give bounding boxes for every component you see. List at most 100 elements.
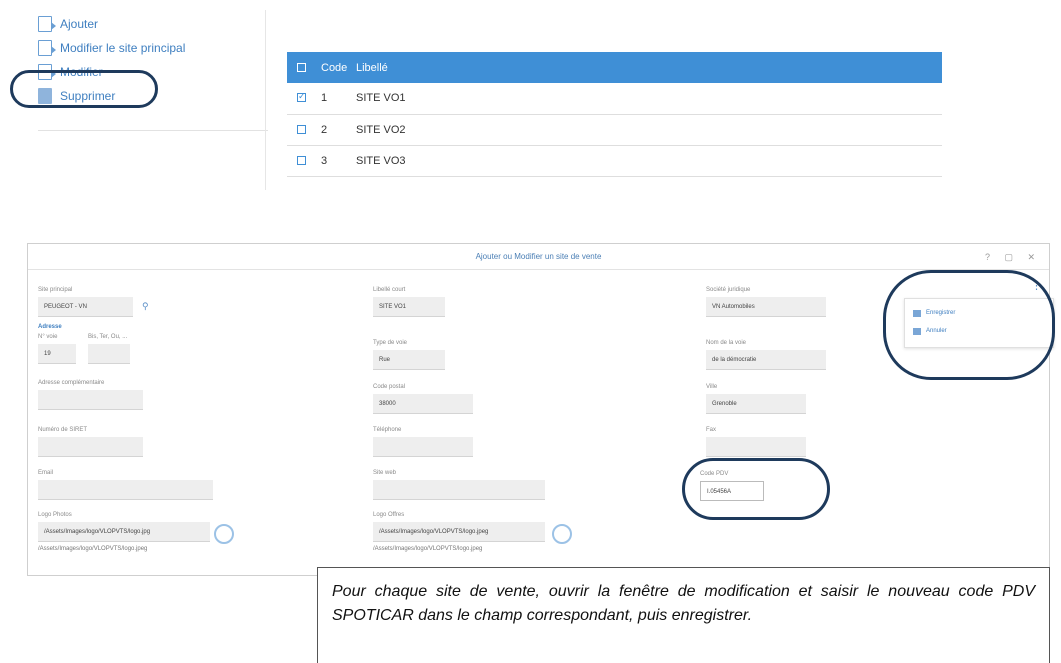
table-row[interactable]: 3 SITE VO3 (287, 145, 942, 177)
save-menu-item[interactable]: Enregistrer (905, 305, 1053, 321)
street-name-field: Nom de la voie de la démocratie (706, 340, 826, 370)
cancel-menu-item[interactable]: Annuler (905, 323, 1053, 339)
pdv-code-field: Code PDV I.05456A (700, 471, 764, 501)
street-name-input[interactable]: de la démocratie (706, 350, 826, 370)
address-extra-field: Adresse complémentaire (38, 380, 143, 410)
delete-action[interactable]: Supprimer (38, 84, 268, 108)
fax-input[interactable] (706, 437, 806, 457)
site-label-label: Libellé court (373, 287, 406, 293)
edit-action-label: Modifier (60, 65, 103, 79)
document-add-icon (38, 16, 56, 32)
phone-input[interactable] (373, 437, 473, 457)
street-no-field: N° voie 19 (38, 334, 76, 364)
city-field: Ville Grenoble (706, 384, 806, 414)
logo-offers-field: Logo Offres /Assets/Images/logo/VLOPVTS/… (373, 512, 545, 552)
add-action[interactable]: Ajouter (38, 12, 268, 36)
column-header-code[interactable]: Code (311, 52, 356, 83)
logo-photos-upload-button[interactable] (214, 524, 234, 544)
table-row[interactable]: 1 SITE VO1 (287, 83, 942, 115)
delete-action-label: Supprimer (60, 89, 116, 103)
row-checkbox[interactable] (297, 124, 306, 134)
save-menu-label: Enregistrer (926, 310, 956, 316)
phone-label: Téléphone (373, 427, 402, 433)
dialog-title: Ajouter ou Modifier un site de vente (475, 252, 602, 261)
logo-photos-field: Logo Photos /Assets/Images/logo/VLOPVTS/… (38, 512, 210, 552)
city-label: Ville (706, 384, 718, 390)
add-action-label: Ajouter (60, 17, 99, 31)
postal-code-label: Code postal (373, 384, 406, 390)
website-field: Site web (373, 470, 545, 500)
street-type-label: Type de voie (373, 340, 408, 346)
vertical-divider (265, 10, 266, 190)
siret-input[interactable] (38, 437, 143, 457)
address-section: Adresse (38, 324, 62, 330)
row-code: 2 (311, 114, 356, 146)
street-no-input[interactable]: 19 (38, 344, 76, 364)
row-label: SITE VO1 (356, 83, 942, 115)
address-section-title: Adresse (38, 324, 62, 330)
street-type-field: Type de voie Rue (373, 340, 445, 370)
siret-label: Numéro de SIRET (38, 427, 88, 433)
actions-divider (38, 130, 268, 131)
window-controls[interactable]: ? ▢ ✕ (985, 244, 1041, 270)
site-principal-label: Site principal (38, 287, 73, 293)
table-header-row: Code Libellé (287, 52, 942, 83)
site-label-input[interactable]: SITE VO1 (373, 297, 445, 317)
edit-action[interactable]: Modifier (38, 60, 268, 84)
site-principal-input[interactable]: PEUGEOT - VN (38, 297, 133, 317)
search-icon[interactable]: ⚲ (142, 301, 149, 312)
address-extra-input[interactable] (38, 390, 143, 410)
legal-entity-label: Société juridique (706, 287, 751, 293)
row-code: 3 (311, 145, 356, 177)
select-all-checkbox[interactable] (297, 62, 306, 72)
street-name-label: Nom de la voie (706, 340, 747, 346)
save-icon (913, 309, 921, 317)
logo-offers-upload-button[interactable] (552, 524, 572, 544)
select-all-cell[interactable] (287, 52, 311, 83)
logo-photos-image: /Assets/Images/logo/VLOPVTS/logo.jpeg (38, 546, 148, 552)
website-input[interactable] (373, 480, 545, 500)
edit-main-site-label: Modifier le site principal (60, 41, 186, 55)
logo-offers-label: Logo Offres (373, 512, 405, 518)
row-code: 1 (311, 83, 356, 115)
site-principal-field: Site principal PEUGEOT - VN ⚲ (38, 287, 149, 317)
column-header-label[interactable]: Libellé (356, 52, 942, 83)
bis-ter-label: Bis, Ter, Ou, ... (88, 334, 128, 340)
street-no-label: N° voie (38, 334, 58, 340)
cancel-menu-label: Annuler (926, 328, 947, 334)
document-edit-icon (38, 40, 56, 56)
email-field: Email (38, 470, 213, 500)
logo-offers-image: /Assets/Images/logo/VLOPVTS/logo.jpeg (373, 546, 483, 552)
fax-field: Fax (706, 427, 806, 457)
table-row[interactable]: 2 SITE VO2 (287, 114, 942, 146)
dialog-actions-menu: Enregistrer Annuler (904, 298, 1054, 348)
pdv-code-label: Code PDV (700, 471, 729, 477)
row-checkbox[interactable] (297, 91, 306, 103)
fax-label: Fax (706, 427, 717, 433)
row-label: SITE VO3 (356, 145, 942, 177)
pdv-code-input[interactable]: I.05456A (700, 481, 764, 501)
email-label: Email (38, 470, 54, 476)
more-options-icon[interactable]: ⋮ (1031, 279, 1042, 292)
sites-table: Code Libellé 1 SITE VO1 2 SITE VO2 3 SIT… (287, 52, 942, 177)
postal-code-input[interactable]: 38000 (373, 394, 473, 414)
siret-field: Numéro de SIRET (38, 427, 143, 457)
city-input[interactable]: Grenoble (706, 394, 806, 414)
postal-code-field: Code postal 38000 (373, 384, 473, 414)
legal-entity-input[interactable]: VN Automobiles (706, 297, 826, 317)
edit-main-site-action[interactable]: Modifier le site principal (38, 36, 268, 60)
trash-icon (38, 88, 52, 104)
email-input[interactable] (38, 480, 213, 500)
street-type-input[interactable]: Rue (373, 350, 445, 370)
logo-photos-input[interactable]: /Assets/Images/logo/VLOPVTS/logo.jpg (38, 522, 210, 542)
logo-offers-input[interactable]: /Assets/Images/logo/VLOPVTS/logo.jpeg (373, 522, 545, 542)
actions-menu: Ajouter Modifier le site principal Modif… (38, 12, 268, 131)
bis-ter-input[interactable] (88, 344, 130, 364)
website-label: Site web (373, 470, 397, 476)
site-label-field: Libellé court SITE VO1 (373, 287, 445, 317)
row-checkbox[interactable] (297, 155, 306, 165)
dialog-title-bar: Ajouter ou Modifier un site de vente ? ▢… (28, 244, 1049, 270)
edit-site-dialog: Ajouter ou Modifier un site de vente ? ▢… (27, 243, 1054, 576)
instruction-note: Pour chaque site de vente, ouvrir la fen… (317, 567, 1050, 663)
logo-photos-label: Logo Photos (38, 512, 72, 518)
